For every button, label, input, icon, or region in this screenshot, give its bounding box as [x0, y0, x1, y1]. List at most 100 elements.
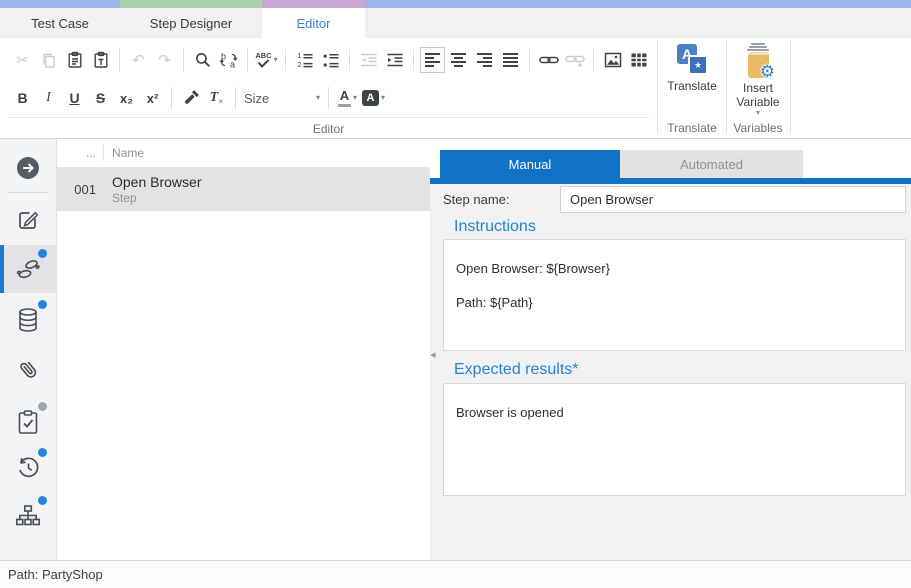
italic-button[interactable]: I [36, 85, 61, 111]
align-center-button[interactable] [446, 47, 471, 73]
column-header-number[interactable]: ... [57, 146, 103, 160]
checklist-icon [16, 409, 40, 435]
insert-image-button[interactable] [600, 47, 625, 73]
sidebar-item-steps[interactable] [0, 245, 56, 293]
chevron-down-icon: ▾ [756, 110, 760, 116]
status-path-text: Path: PartyShop [8, 567, 103, 582]
step-number: 001 [57, 182, 103, 197]
ribbon-group-label-variables: Variables [727, 121, 789, 135]
fill-color-button[interactable]: A ▾ [361, 85, 386, 111]
tab-automated[interactable]: Automated [620, 150, 803, 178]
step-name-label: Step name: [443, 192, 510, 207]
svg-text:a: a [230, 60, 235, 70]
document-tab-bar: Test Case Step Designer Editor [0, 0, 911, 38]
step-name-input[interactable] [560, 186, 906, 213]
history-icon [15, 455, 41, 481]
font-color-button[interactable]: A ▾ [335, 85, 360, 111]
chevron-down-icon: ▾ [316, 94, 320, 102]
strikethrough-button[interactable]: S [88, 85, 113, 111]
expected-results-editor[interactable]: Browser is opened [443, 383, 906, 496]
instruction-line: Path: ${Path} [456, 295, 893, 310]
bold-button[interactable]: B [10, 85, 35, 111]
bullet-list-button[interactable] [318, 47, 343, 73]
ribbon-row-2: B I U S x₂ x² T× Size ▾ A ▾ A [10, 85, 386, 111]
ribbon-group-label-translate: Translate [659, 121, 725, 135]
unlink-icon [565, 51, 585, 69]
collapse-panel-handle[interactable]: ◂ [430, 350, 436, 361]
justify-button[interactable] [498, 47, 523, 73]
column-header-name[interactable]: Name [104, 146, 144, 160]
tab-manual[interactable]: Manual [440, 150, 620, 178]
editor-ribbon: ✂ ↶ ↷ ba ABC [0, 38, 911, 139]
copy-button[interactable] [36, 47, 61, 73]
translate-button[interactable]: A ★ Translate [660, 43, 724, 93]
copy-icon [40, 51, 58, 69]
toolbar-separator [119, 49, 120, 71]
instructions-heading: Instructions [454, 218, 536, 236]
paste-text-icon [92, 51, 110, 69]
undo-icon: ↶ [132, 53, 145, 68]
sidebar-item-attachments[interactable] [0, 345, 56, 393]
ribbon-group-separator [790, 41, 791, 134]
tab-step-designer[interactable]: Step Designer [120, 0, 262, 38]
insert-table-button[interactable] [626, 47, 651, 73]
align-left-button[interactable] [420, 47, 445, 73]
spellcheck-button[interactable]: ABC ▾ [254, 47, 279, 73]
replace-icon: ba [219, 51, 238, 69]
gear-icon: ⚙ [760, 63, 775, 80]
paste-icon [66, 51, 84, 69]
database-icon [16, 307, 40, 334]
align-right-button[interactable] [472, 47, 497, 73]
sidebar-item-review[interactable] [0, 398, 56, 446]
tab-color-strip [262, 0, 365, 8]
increase-indent-button[interactable] [382, 47, 407, 73]
paste-as-text-button[interactable] [88, 47, 113, 73]
clear-formatting-button[interactable]: T× [204, 85, 229, 111]
paste-button[interactable] [62, 47, 87, 73]
font-size-dropdown[interactable]: Size ▾ [242, 91, 322, 106]
font-size-value: Size [244, 91, 269, 106]
forward-circle-icon [15, 155, 41, 181]
tab-color-strip [120, 0, 262, 8]
notification-badge [38, 402, 47, 411]
superscript-button[interactable]: x² [140, 85, 165, 111]
list-item-step[interactable]: 001 Open Browser Step [57, 168, 430, 211]
underline-button[interactable]: U [62, 85, 87, 111]
cut-button[interactable]: ✂ [10, 47, 35, 73]
align-left-icon [425, 53, 440, 67]
align-right-icon [477, 53, 492, 67]
toolbar-separator [349, 49, 350, 71]
chevron-down-icon: ▾ [353, 94, 357, 102]
sidebar-item-forward[interactable] [0, 144, 56, 192]
redo-button[interactable]: ↷ [152, 47, 177, 73]
format-painter-button[interactable] [178, 85, 203, 111]
remove-link-button[interactable] [562, 47, 587, 73]
toolbar-separator [247, 49, 248, 71]
clear-formatting-icon: T× [210, 89, 224, 107]
subscript-button[interactable]: x₂ [114, 85, 139, 111]
toolbar-separator [235, 87, 236, 109]
sidebar-item-data[interactable] [0, 296, 56, 344]
tab-test-case[interactable]: Test Case [0, 0, 120, 38]
sidebar-item-hierarchy[interactable] [0, 492, 56, 540]
replace-button[interactable]: ba [216, 47, 241, 73]
justify-icon [503, 53, 518, 67]
undo-button[interactable]: ↶ [126, 47, 151, 73]
sidebar-item-history[interactable] [0, 444, 56, 492]
insert-link-button[interactable] [536, 47, 561, 73]
bullet-list-icon [322, 51, 340, 69]
tab-editor[interactable]: Editor [262, 0, 365, 38]
sidebar-item-edit[interactable] [0, 196, 56, 244]
search-button[interactable] [190, 47, 215, 73]
instructions-editor[interactable]: Open Browser: ${Browser} Path: ${Path} [443, 239, 906, 351]
insert-variable-button[interactable]: ⚙ Insert Variable ▾ [727, 43, 789, 116]
chevron-down-icon: ▾ [381, 94, 385, 102]
paintbrush-icon [182, 89, 200, 107]
tab-test-case-label: Test Case [31, 16, 89, 31]
toolbar-separator [529, 49, 530, 71]
decrease-indent-button[interactable] [356, 47, 381, 73]
expected-result-line: Browser is opened [456, 405, 893, 420]
attachment-icon [15, 356, 41, 382]
numbered-list-button[interactable]: 12 [292, 47, 317, 73]
search-icon [194, 51, 212, 69]
